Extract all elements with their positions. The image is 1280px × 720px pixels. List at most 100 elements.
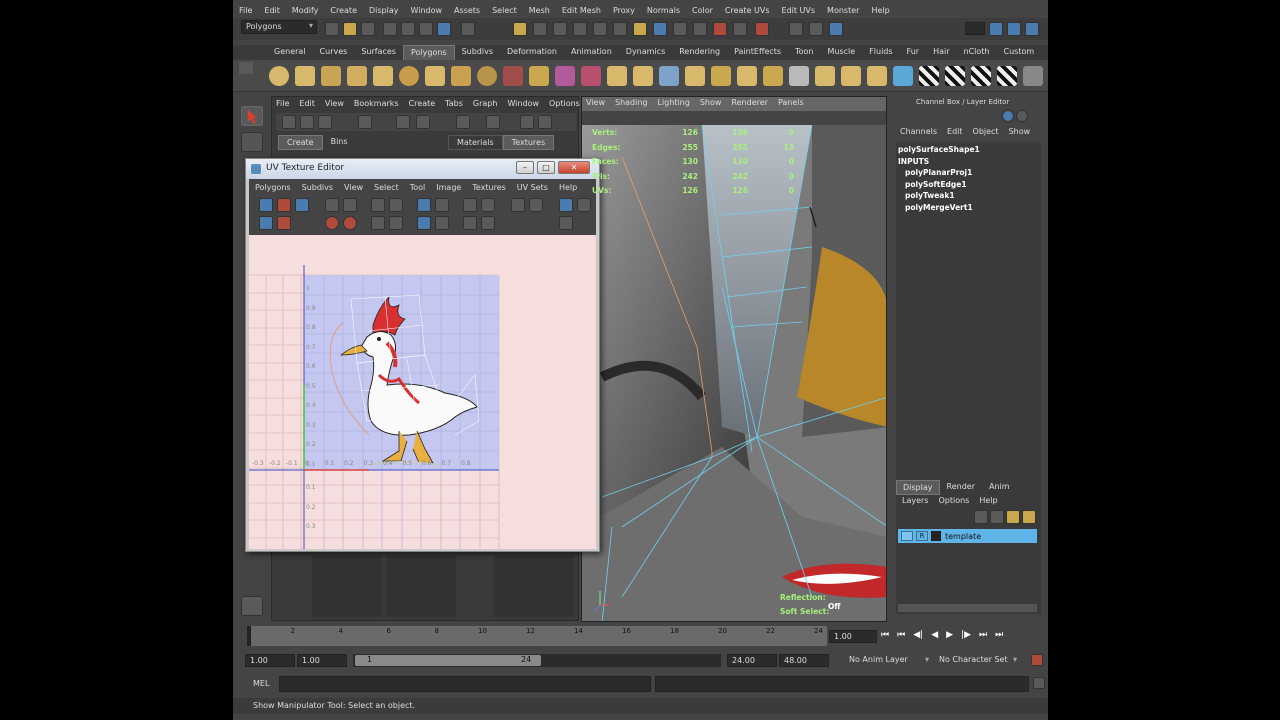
automatic-mapping-icon[interactable]: [997, 66, 1017, 86]
uv-snapshot-icon[interactable]: [435, 198, 449, 212]
uv-unpin-icon[interactable]: [389, 216, 403, 230]
shelf-tab-surfaces[interactable]: Surfaces: [354, 45, 403, 60]
swatch-slot[interactable]: [494, 555, 574, 617]
select-component-icon[interactable]: [419, 22, 433, 36]
command-input[interactable]: [279, 676, 651, 692]
tab-create[interactable]: Create: [278, 135, 323, 150]
shelf-tab-polygons[interactable]: Polygons: [402, 45, 455, 60]
smooth-icon[interactable]: [555, 66, 575, 86]
layer-color-swatch[interactable]: [931, 531, 941, 541]
open-scene-icon[interactable]: [343, 22, 357, 36]
viewport-menu-lighting[interactable]: Lighting: [657, 98, 689, 107]
uv-menu-help[interactable]: Help: [559, 183, 577, 192]
menu-edit-uvs[interactable]: Edit UVs: [782, 6, 816, 15]
uv-relax-icon[interactable]: [481, 216, 495, 230]
select-tool-icon[interactable]: [241, 106, 263, 126]
menu-window[interactable]: Window: [411, 6, 443, 15]
show-attribute-editor-icon[interactable]: [829, 22, 843, 36]
uv-filter-icon[interactable]: [277, 216, 291, 230]
shelf-tab-muscle[interactable]: Muscle: [820, 45, 862, 60]
uv-menu-select[interactable]: Select: [374, 183, 399, 192]
shelf-tab-painteffects[interactable]: PaintEffects: [727, 45, 788, 60]
current-time-field[interactable]: 1.00: [829, 630, 877, 643]
ipr-render-icon[interactable]: [713, 22, 727, 36]
channel-menu-object[interactable]: Object: [973, 127, 999, 136]
layer-type-toggle[interactable]: R: [916, 531, 928, 541]
poly-prism-icon[interactable]: [425, 66, 445, 86]
graph-icon[interactable]: [538, 115, 552, 129]
panel-menu-file[interactable]: File: [276, 99, 289, 108]
tab-materials[interactable]: Materials: [448, 135, 503, 150]
planar-mapping-icon[interactable]: [893, 66, 913, 86]
character-set-label[interactable]: No Character Set: [939, 655, 1008, 664]
menu-file[interactable]: File: [239, 6, 252, 15]
playback-end-field[interactable]: 24.00: [727, 654, 777, 667]
split-polygon-icon[interactable]: [711, 66, 731, 86]
layer-visibility-toggle[interactable]: [901, 531, 913, 541]
uv-canvas[interactable]: 1 0.9 0.8 0.7 0.6 0.5 0.4 0.3 0.2 0.1 -0…: [249, 235, 596, 549]
viewport-menu-panels[interactable]: Panels: [778, 98, 804, 107]
graph-icon[interactable]: [456, 115, 470, 129]
merge-icon[interactable]: [789, 66, 809, 86]
anim-layer-label[interactable]: No Anim Layer: [849, 655, 908, 664]
layout-icon[interactable]: [300, 115, 314, 129]
menu-assets[interactable]: Assets: [454, 6, 480, 15]
poly-cone-icon[interactable]: [347, 66, 367, 86]
checker-icon[interactable]: [919, 66, 939, 86]
sidebar-toggle-icon[interactable]: [809, 22, 823, 36]
channel-menu-edit[interactable]: Edit: [947, 127, 963, 136]
layer-scrollbar[interactable]: [898, 604, 1037, 612]
new-layer-icon[interactable]: [974, 510, 988, 524]
close-icon[interactable]: ✕: [558, 161, 590, 174]
poly-sphere-icon[interactable]: [269, 66, 289, 86]
attribute-editor-icon[interactable]: [989, 22, 1003, 36]
shape-node[interactable]: polySurfaceShape1: [898, 144, 1041, 156]
end-time-field[interactable]: 48.00: [779, 654, 829, 667]
new-layer-selected-icon[interactable]: [990, 510, 1004, 524]
channel-sync-icon[interactable]: [1002, 110, 1014, 122]
viewport-menu-show[interactable]: Show: [700, 98, 722, 107]
swatch-slot[interactable]: [386, 555, 456, 617]
input-node[interactable]: polyPlanarProj1: [898, 167, 1041, 179]
bridge-icon[interactable]: [659, 66, 679, 86]
tool-settings-icon[interactable]: [1007, 22, 1021, 36]
menu-edit[interactable]: Edit: [264, 6, 280, 15]
panel-menu-view[interactable]: View: [325, 99, 344, 108]
menu-normals[interactable]: Normals: [647, 6, 680, 15]
panel-menu-edit[interactable]: Edit: [299, 99, 315, 108]
uv-isolate-icon[interactable]: [259, 216, 273, 230]
shelf-tab-rendering[interactable]: Rendering: [672, 45, 727, 60]
bevel-icon[interactable]: [815, 66, 835, 86]
menu-mesh[interactable]: Mesh: [529, 6, 550, 15]
shelf-tab-hair[interactable]: Hair: [926, 45, 956, 60]
poly-cylinder-icon[interactable]: [321, 66, 341, 86]
shelf-tab-subdivs[interactable]: Subdivs: [455, 45, 500, 60]
shelf-tab-ncloth[interactable]: nCloth: [957, 45, 997, 60]
layer-move-down-icon[interactable]: [1022, 510, 1036, 524]
tab-bins[interactable]: Bins: [322, 135, 356, 150]
uv-grid-icon[interactable]: [259, 198, 273, 212]
shelf-tab-deformation[interactable]: Deformation: [500, 45, 564, 60]
menu-edit-mesh[interactable]: Edit Mesh: [562, 6, 601, 15]
menu-monster[interactable]: Monster: [827, 6, 859, 15]
insert-edge-loop-icon[interactable]: [737, 66, 757, 86]
layer-row[interactable]: R template: [898, 529, 1037, 543]
uv-menu-image[interactable]: Image: [436, 183, 461, 192]
uv-smudge-icon[interactable]: [463, 216, 477, 230]
graph-icon[interactable]: [396, 115, 410, 129]
offset-edge-loop-icon[interactable]: [763, 66, 783, 86]
step-back-frame-icon[interactable]: ◀|: [913, 630, 923, 640]
menu-create[interactable]: Create: [330, 6, 357, 15]
layer-menu-options[interactable]: Options: [938, 496, 969, 505]
wedge-icon[interactable]: [841, 66, 861, 86]
uv-menu-subdivs[interactable]: Subdivs: [302, 183, 333, 192]
uv-straighten-icon[interactable]: [417, 216, 431, 230]
channel-options-icon[interactable]: [1016, 110, 1028, 122]
key-preferences-icon[interactable]: [1031, 654, 1043, 666]
render-settings-icon[interactable]: [733, 22, 747, 36]
panel-menu-options[interactable]: Options: [549, 99, 580, 108]
uv-rotate-icon[interactable]: [343, 198, 357, 212]
go-to-end-icon[interactable]: ⏭: [995, 630, 1003, 640]
face-mask-icon[interactable]: [533, 22, 547, 36]
shelf-menu-icon[interactable]: [1023, 66, 1043, 86]
